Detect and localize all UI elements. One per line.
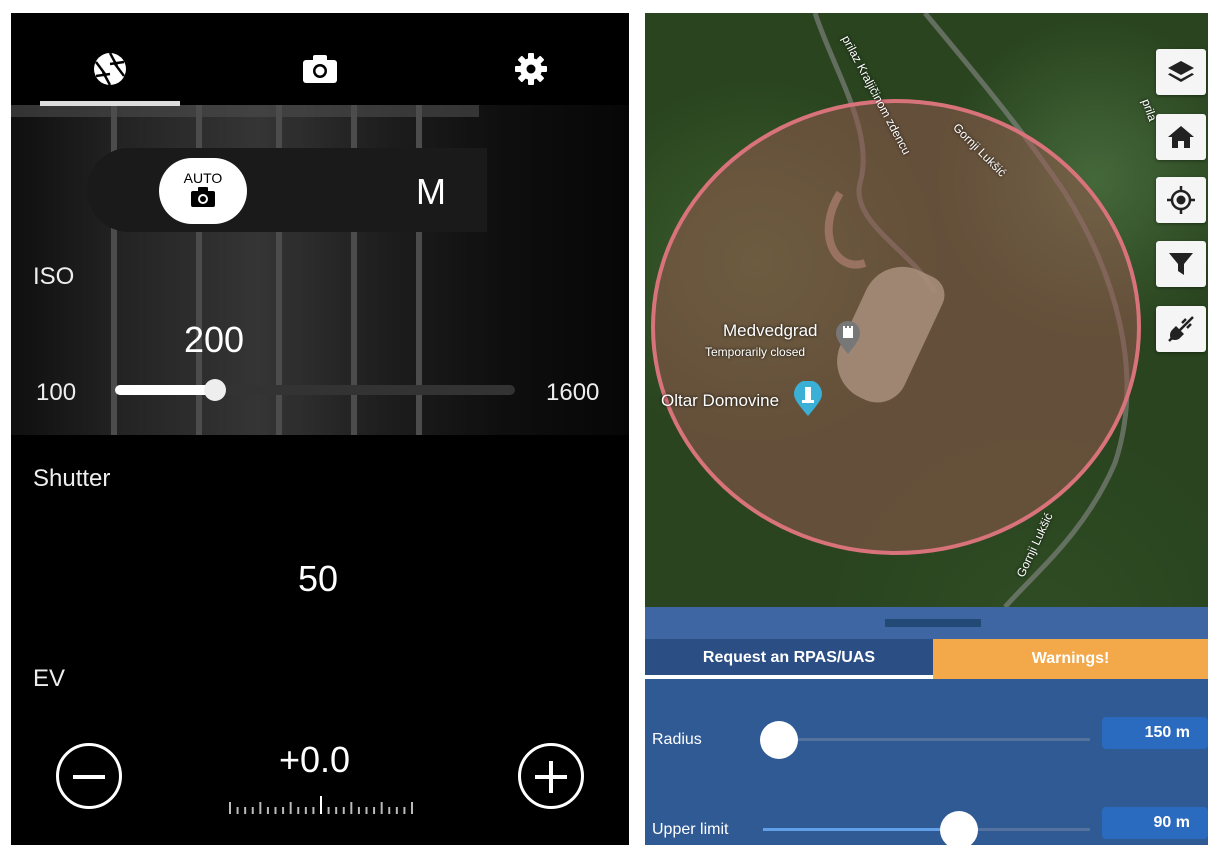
monument-pin-icon[interactable] [793, 381, 823, 417]
upper-limit-slider-handle[interactable] [940, 811, 979, 845]
radius-slider-track[interactable] [763, 738, 1090, 741]
radius-slider-handle[interactable] [760, 721, 799, 759]
plug-icon[interactable] [1156, 306, 1206, 352]
camera-icon [191, 187, 215, 207]
shutter-value[interactable]: 50 [298, 558, 338, 600]
iso-value: 200 [184, 319, 245, 360]
plus-circle-icon[interactable] [518, 743, 584, 809]
airspace-map-panel: prilaz Kraljičinom zdencu Gornji Lukšić … [645, 13, 1208, 845]
iso-min-label: 100 [36, 379, 77, 406]
aperture-icon[interactable] [90, 49, 130, 89]
iso-label: ISO [33, 263, 75, 290]
request-bottom-sheet: Request an RPAS/UAS Warnings! Radius 150… [645, 607, 1208, 845]
camera-settings-panel: AUTO M ISO 200 100 1600 Shutter 50 EV +0… [11, 13, 629, 845]
layers-icon[interactable] [1156, 49, 1206, 95]
iso-max-label: 1600 [546, 379, 600, 406]
poi-subtitle: Temporarily closed [705, 345, 806, 359]
ev-scale[interactable] [226, 796, 416, 814]
poi-label[interactable]: Oltar Domovine [661, 391, 779, 411]
radius-value[interactable]: 150 m [1102, 717, 1208, 749]
auto-mode-button[interactable]: AUTO [159, 158, 247, 224]
castle-pin-icon[interactable] [835, 321, 861, 355]
drag-handle[interactable] [885, 619, 981, 627]
upper-limit-label: Upper limit [652, 821, 729, 838]
locate-icon[interactable] [1156, 177, 1206, 223]
iso-slider-handle[interactable] [204, 379, 226, 401]
shutter-label: Shutter [33, 465, 111, 492]
home-icon[interactable] [1156, 114, 1206, 160]
upper-limit-slider-fill [763, 828, 960, 831]
ev-label: EV [33, 665, 66, 692]
tab-request[interactable]: Request an RPAS/UAS [645, 639, 933, 677]
minus-circle-icon[interactable] [56, 743, 122, 809]
filter-icon[interactable] [1156, 241, 1206, 287]
ev-value: +0.0 [279, 739, 351, 780]
radius-label: Radius [652, 731, 702, 748]
tab-warnings[interactable]: Warnings! [933, 639, 1208, 679]
sheet-drag-bar[interactable] [645, 607, 1208, 639]
camera-icon[interactable] [300, 49, 340, 89]
active-tab-indicator [645, 675, 933, 679]
gear-icon[interactable] [511, 49, 551, 89]
poi-label[interactable]: Medvedgrad [723, 321, 818, 341]
auto-label: AUTO [183, 170, 223, 186]
active-tab-indicator [40, 101, 180, 106]
upper-limit-value[interactable]: 90 m [1102, 807, 1208, 839]
manual-mode-button[interactable]: M [416, 171, 446, 213]
iso-slider-fill [115, 385, 215, 395]
